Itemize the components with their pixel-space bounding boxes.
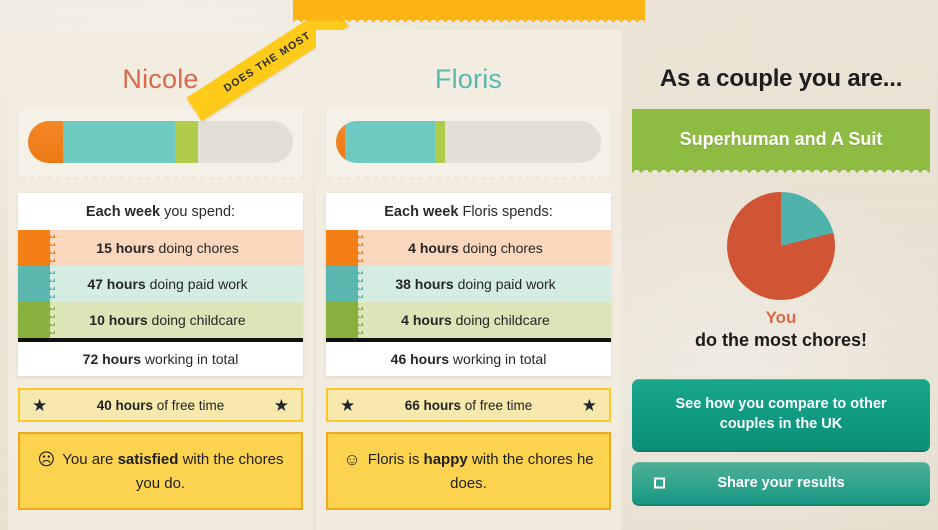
row-text-childcare: 4 hours doing childcare bbox=[358, 312, 611, 328]
total-label: working in total bbox=[449, 351, 547, 367]
time-capsule-wrap-floris bbox=[326, 109, 611, 183]
total-row-nicole: 72 hours working in total bbox=[18, 342, 303, 376]
couple-summary-panel: As a couple you are... Superhuman and A … bbox=[624, 30, 938, 530]
time-capsule-nicole bbox=[28, 121, 293, 163]
mood-box-floris: ☺ Floris is happy with the chores he does… bbox=[326, 432, 611, 511]
capsule-segment-paid-work bbox=[345, 121, 436, 163]
row-label: doing paid work bbox=[145, 276, 248, 292]
row-color-chip-paid-work bbox=[18, 266, 55, 302]
row-label: doing childcare bbox=[451, 312, 550, 328]
row-text-paid-work: 47 hours doing paid work bbox=[50, 276, 303, 292]
row-value: 38 hours bbox=[395, 276, 454, 292]
breakdown-heading-bold: Each week bbox=[384, 204, 459, 220]
share-results-button[interactable]: Share your results bbox=[632, 462, 930, 505]
row-label: doing chores bbox=[458, 240, 543, 256]
row-text-childcare: 10 hours doing childcare bbox=[50, 312, 303, 328]
share-button-label: Share your results bbox=[717, 475, 845, 492]
row-color-chip-chores bbox=[18, 230, 55, 266]
time-capsule-wrap-nicole bbox=[18, 109, 303, 183]
row-value: 15 hours bbox=[96, 240, 155, 256]
free-time-value: 66 hours bbox=[404, 397, 461, 413]
share-box-icon bbox=[654, 477, 665, 489]
row-color-chip-paid-work bbox=[326, 266, 363, 302]
row-color-chip-childcare bbox=[18, 302, 55, 338]
smiley-face-icon: ☺ bbox=[343, 450, 361, 469]
chores-pie-chart bbox=[727, 192, 835, 300]
mood-pre: Floris is bbox=[367, 451, 424, 468]
breakdown-heading-rest: you spend: bbox=[160, 204, 236, 220]
row-value: 47 hours bbox=[87, 276, 146, 292]
star-icon: ★ bbox=[581, 395, 597, 415]
row-label: doing paid work bbox=[453, 276, 556, 292]
pie-winner-label: You bbox=[765, 308, 797, 327]
total-text: 72 hours working in total bbox=[18, 351, 303, 367]
row-value: 4 hours bbox=[408, 240, 459, 256]
breakdown-heading-bold: Each week bbox=[85, 204, 161, 220]
chores-pie-area: You do the most chores! bbox=[624, 192, 938, 351]
compare-button[interactable]: See how you compare to other couples in … bbox=[632, 379, 930, 451]
mood-bold: happy bbox=[423, 451, 468, 468]
capsule-segment-remaining bbox=[444, 121, 601, 163]
table-row: 15 hours doing chores bbox=[18, 230, 303, 266]
top-amber-bar bbox=[293, 0, 645, 25]
mood-post: with the chores he does. bbox=[450, 451, 594, 492]
mood-pre: You are bbox=[62, 451, 118, 468]
mood-text: ☺ Floris is happy with the chores he does… bbox=[342, 448, 595, 494]
pie-caption: do the most chores! bbox=[694, 330, 868, 350]
verdict-banner: Superhuman and A Suit bbox=[632, 109, 930, 170]
free-time-label: of free time bbox=[461, 397, 533, 413]
row-color-chip-childcare bbox=[326, 302, 363, 338]
breakdown-card-nicole: Each week you spend: 15 hours doing chor… bbox=[18, 193, 303, 376]
total-row-floris: 46 hours working in total bbox=[326, 342, 611, 376]
capsule-segment-paid-work bbox=[63, 121, 175, 163]
breakdown-card-floris: Each week Floris spends: 4 hours doing c… bbox=[326, 193, 611, 376]
capsule-segment-remaining bbox=[198, 121, 293, 163]
row-text-paid-work: 38 hours doing paid work bbox=[358, 276, 611, 292]
row-label: doing chores bbox=[154, 240, 239, 256]
mood-box-nicole: ☹ You are satisfied with the chores you d… bbox=[18, 432, 303, 511]
breakdown-heading-rest: Floris spends: bbox=[458, 204, 553, 220]
neutral-face-icon: ☹ bbox=[37, 450, 56, 469]
person-column-nicole: DOES THE MOST Nicole Each week you spend… bbox=[8, 2, 349, 530]
star-icon: ★ bbox=[273, 395, 289, 415]
row-label: doing childcare bbox=[147, 312, 246, 328]
total-text: 46 hours working in total bbox=[326, 351, 611, 367]
table-row: 4 hours doing childcare bbox=[326, 302, 611, 338]
total-label: working in total bbox=[141, 351, 239, 367]
row-color-chip-chores bbox=[326, 230, 363, 266]
table-row: 10 hours doing childcare bbox=[18, 302, 303, 338]
capsule-segment-childcare bbox=[174, 121, 199, 163]
capsule-segment-childcare bbox=[435, 121, 445, 163]
table-row: 47 hours doing paid work bbox=[18, 266, 303, 302]
row-value: 10 hours bbox=[89, 312, 148, 328]
free-time-text: 40 hours of free time bbox=[47, 398, 274, 413]
row-value: 4 hours bbox=[401, 312, 452, 328]
breakdown-heading-floris: Each week Floris spends: bbox=[326, 193, 611, 230]
breakdown-heading-nicole: Each week you spend: bbox=[18, 193, 303, 230]
page-title: As a couple you are... bbox=[659, 65, 903, 92]
mood-text: ☹ You are satisfied with the chores you d… bbox=[34, 448, 287, 494]
free-time-value: 40 hours bbox=[96, 397, 153, 413]
free-time-strip-floris: ★ 66 hours of free time ★ bbox=[326, 388, 611, 422]
row-text-chores: 4 hours doing chores bbox=[358, 240, 611, 256]
capsule-segment-chores bbox=[336, 121, 346, 163]
table-row: 38 hours doing paid work bbox=[326, 266, 611, 302]
star-icon: ★ bbox=[32, 395, 48, 415]
free-time-label: of free time bbox=[153, 397, 225, 413]
person-column-floris: Floris Each week Floris spends: 4 hours … bbox=[316, 30, 621, 530]
row-text-chores: 15 hours doing chores bbox=[50, 240, 303, 256]
free-time-text: 66 hours of free time bbox=[355, 398, 582, 413]
capsule-segment-chores bbox=[28, 121, 64, 163]
total-value: 46 hours bbox=[390, 351, 450, 367]
free-time-strip-nicole: ★ 40 hours of free time ★ bbox=[18, 388, 303, 422]
total-value: 72 hours bbox=[82, 351, 142, 367]
mood-bold: satisfied bbox=[117, 451, 179, 468]
verdict-banner-wrap: Superhuman and A Suit bbox=[632, 109, 930, 176]
results-page: DOES THE MOST Nicole Each week you spend… bbox=[0, 0, 938, 530]
star-icon: ★ bbox=[340, 395, 356, 415]
person-name-floris: Floris bbox=[434, 64, 503, 94]
time-capsule-floris bbox=[336, 121, 601, 163]
table-row: 4 hours doing chores bbox=[326, 230, 611, 266]
